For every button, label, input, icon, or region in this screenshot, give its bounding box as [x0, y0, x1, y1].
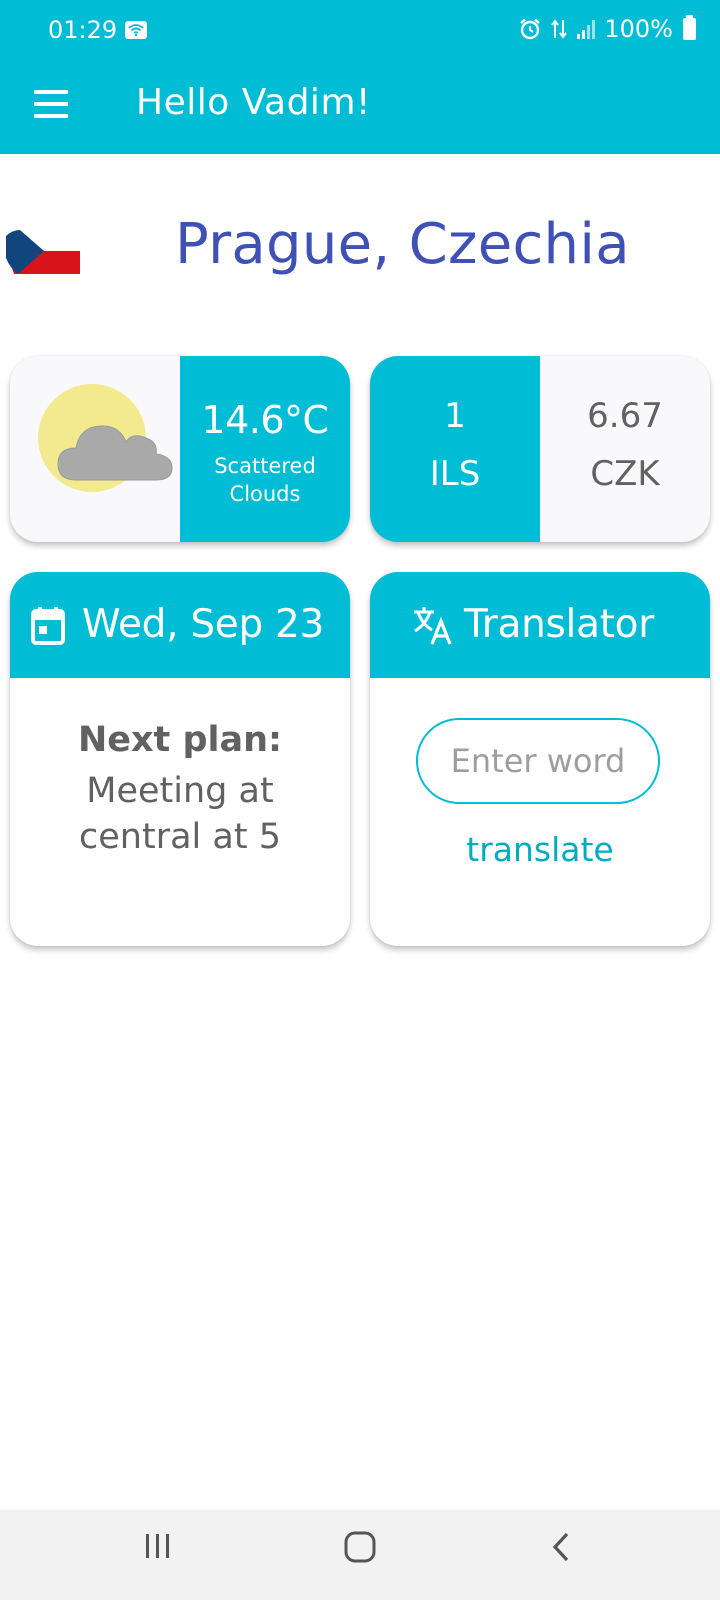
word-input[interactable]	[416, 718, 660, 804]
date-card[interactable]: Wed, Sep 23 Next plan: Meeting at centra…	[10, 572, 350, 946]
back-icon[interactable]	[532, 1530, 592, 1582]
currency-to-amount: 6.67	[587, 396, 663, 436]
weather-description-line2: Clouds	[229, 482, 301, 506]
translate-icon	[414, 607, 452, 645]
weather-description: Scattered Clouds	[180, 452, 350, 508]
plan-label: Next plan:	[77, 720, 283, 760]
weather-card[interactable]: 14.6°C Scattered Clouds	[10, 356, 350, 542]
status-bar: 01:29 100%	[0, 0, 720, 58]
weather-description-line1: Scattered	[214, 454, 316, 478]
alarm-icon	[520, 18, 541, 40]
wifi-icon	[125, 21, 147, 39]
date-card-header: Wed, Sep 23	[10, 572, 350, 678]
currency-from-amount: 1	[444, 396, 466, 436]
app-screen: 01:29 100% Hello Vadim! Prague, Czechia …	[0, 0, 720, 1600]
currency-to-code: CZK	[590, 454, 660, 494]
date-text: Wed, Sep 23	[82, 602, 325, 647]
location-title: Prague, Czechia	[175, 212, 630, 277]
app-bar-title: Hello Vadim!	[136, 82, 371, 123]
battery-icon	[683, 15, 696, 40]
translator-card-header: Translator	[370, 572, 710, 678]
czech-flag-icon	[6, 230, 80, 274]
navigation-bar	[0, 1510, 720, 1600]
signal-icon	[577, 20, 596, 39]
translator-title: Translator	[464, 602, 654, 647]
app-bar: Hello Vadim!	[0, 58, 720, 154]
status-icons: 100%	[518, 14, 696, 44]
translate-button[interactable]: translate	[440, 824, 640, 874]
data-arrows-icon	[551, 19, 568, 39]
currency-from-code: ILS	[429, 454, 481, 494]
status-time: 01:29	[48, 16, 118, 44]
battery-percentage: 100%	[604, 15, 673, 43]
plan-text: Meeting at central at 5	[79, 771, 281, 857]
translator-card: Translator translate	[370, 572, 710, 946]
home-icon[interactable]	[330, 1530, 390, 1582]
currency-to: 6.67 CZK	[540, 356, 710, 542]
weather-panel: 14.6°C Scattered Clouds	[180, 356, 350, 542]
temperature: 14.6°C	[201, 398, 329, 442]
calendar-icon	[31, 607, 65, 645]
partly-cloudy-icon	[38, 384, 173, 492]
currency-from: 1 ILS	[370, 356, 540, 542]
menu-icon[interactable]	[30, 86, 74, 126]
recent-apps-icon[interactable]	[128, 1530, 188, 1582]
currency-card[interactable]: 1 ILS 6.67 CZK	[370, 356, 710, 542]
